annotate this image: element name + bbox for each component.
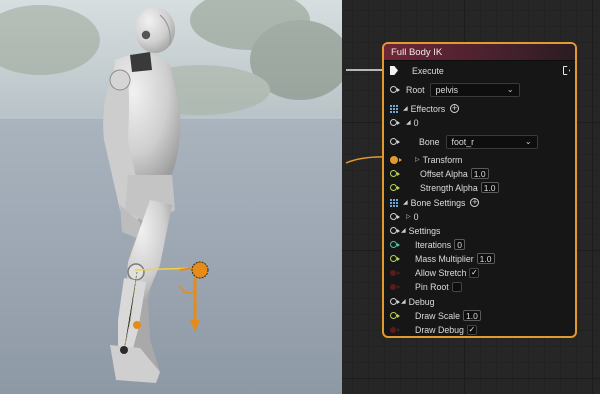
strength-alpha-pin[interactable] <box>390 184 400 191</box>
array-pin-icon[interactable] <box>390 104 398 113</box>
settings-row: ◢ Settings <box>390 224 440 237</box>
effector-0-row: ◢ 0 <box>390 116 419 129</box>
bone-setting-0-pin[interactable] <box>390 213 400 220</box>
root-pin[interactable] <box>390 86 400 93</box>
node-header[interactable]: Full Body IK <box>384 44 575 61</box>
add-bone-setting-button[interactable]: + <box>470 198 480 207</box>
offset-alpha-field[interactable]: 1.0 <box>470 168 489 179</box>
offset-alpha-label: Offset Alpha <box>420 168 468 179</box>
draw-debug-pin[interactable] <box>390 326 400 333</box>
debug-label: Debug <box>408 296 435 307</box>
pin-root-checkbox[interactable] <box>451 281 462 292</box>
expand-triangle-icon[interactable]: ◢ <box>401 227 406 234</box>
allow-stretch-pin[interactable] <box>390 269 400 276</box>
transform-row: ▷ Transform <box>390 153 462 166</box>
chevron-down-icon: ⌄ <box>524 137 532 146</box>
debug-row: ◢ Debug <box>390 295 435 308</box>
anim-graph-editor[interactable]: Full Body IK Execute Root pelvis ⌄ ◢ Eff… <box>342 0 600 394</box>
effectors-row: ◢ Effectors + <box>390 102 460 115</box>
check-icon: ✓ <box>468 325 476 334</box>
root-dropdown[interactable]: pelvis ⌄ <box>429 82 520 97</box>
expand-triangle-icon[interactable]: ◢ <box>406 119 411 126</box>
transform-label: Transform <box>422 154 463 165</box>
draw-scale-row: Draw Scale 1.0 <box>390 309 481 322</box>
check-icon: ✓ <box>470 268 478 277</box>
mass-multiplier-field[interactable]: 1.0 <box>476 253 495 264</box>
execute-row: Execute <box>390 64 570 77</box>
draw-debug-row: Draw Debug ✓ <box>390 323 477 336</box>
viewport-scene <box>0 0 342 394</box>
allow-stretch-row: Allow Stretch ✓ <box>390 266 480 279</box>
pin-root-row: Pin Root <box>390 280 462 293</box>
transform-pin[interactable] <box>390 155 402 164</box>
draw-scale-label: Draw Scale <box>415 310 460 321</box>
bone-row: Bone foot_r ⌄ <box>390 134 538 149</box>
effector-0-pin[interactable] <box>390 119 400 126</box>
debug-pin[interactable] <box>390 298 400 305</box>
collapse-triangle-icon[interactable]: ▷ <box>415 156 420 163</box>
bone-setting-0-index: 0 <box>413 211 419 222</box>
bone-value: foot_r <box>451 136 475 147</box>
node-title: Full Body IK <box>391 46 443 58</box>
add-effector-button[interactable]: + <box>450 104 460 113</box>
mass-multiplier-row: Mass Multiplier 1.0 <box>390 252 495 265</box>
root-row: Root pelvis ⌄ <box>390 82 520 97</box>
settings-label: Settings <box>408 225 441 236</box>
draw-debug-checkbox[interactable]: ✓ <box>466 324 477 335</box>
expand-triangle-icon[interactable]: ◢ <box>403 105 408 112</box>
settings-pin[interactable] <box>390 227 400 234</box>
strength-alpha-row: Strength Alpha 1.0 <box>390 181 499 194</box>
iterations-row: Iterations 0 <box>390 238 465 251</box>
bone-settings-row: ◢ Bone Settings + <box>390 196 480 209</box>
iterations-label: Iterations <box>415 239 452 250</box>
expand-triangle-icon[interactable]: ◢ <box>401 298 406 305</box>
mass-multiplier-pin[interactable] <box>390 255 400 262</box>
bone-dropdown[interactable]: foot_r ⌄ <box>445 134 538 149</box>
offset-alpha-pin[interactable] <box>390 170 400 177</box>
mass-multiplier-label: Mass Multiplier <box>415 253 474 264</box>
expand-triangle-icon[interactable]: ◢ <box>403 199 408 206</box>
bone-label: Bone <box>419 136 440 147</box>
strength-alpha-field[interactable]: 1.0 <box>480 182 499 193</box>
draw-scale-pin[interactable] <box>390 312 400 319</box>
strength-alpha-label: Strength Alpha <box>420 182 478 193</box>
allow-stretch-label: Allow Stretch <box>415 267 467 278</box>
effectors-label: Effectors <box>410 103 446 114</box>
root-value: pelvis <box>435 84 459 95</box>
execute-label: Execute <box>412 65 444 76</box>
iterations-field[interactable]: 0 <box>454 239 465 250</box>
array-pin-icon[interactable] <box>390 198 398 207</box>
draw-debug-label: Draw Debug <box>415 324 464 335</box>
collapse-triangle-icon[interactable]: ▷ <box>406 213 411 220</box>
bone-pin[interactable] <box>390 138 400 145</box>
iterations-pin[interactable] <box>390 241 400 248</box>
full-body-ik-node[interactable]: Full Body IK Execute Root pelvis ⌄ ◢ Eff… <box>382 42 577 338</box>
pin-root-label: Pin Root <box>415 281 449 292</box>
effector-0-index: 0 <box>413 117 419 128</box>
offset-alpha-row: Offset Alpha 1.0 <box>390 167 489 180</box>
root-label: Root <box>406 84 425 95</box>
exec-output-pin[interactable] <box>563 66 570 75</box>
allow-stretch-checkbox[interactable]: ✓ <box>469 267 480 278</box>
draw-scale-field[interactable]: 1.0 <box>462 310 481 321</box>
chevron-down-icon: ⌄ <box>506 85 514 94</box>
bone-setting-0-row: ▷ 0 <box>390 210 419 223</box>
bone-settings-label: Bone Settings <box>410 197 466 208</box>
pin-root-pin[interactable] <box>390 283 400 290</box>
viewport-3d[interactable] <box>0 0 342 394</box>
exec-input-pin[interactable] <box>390 66 398 75</box>
